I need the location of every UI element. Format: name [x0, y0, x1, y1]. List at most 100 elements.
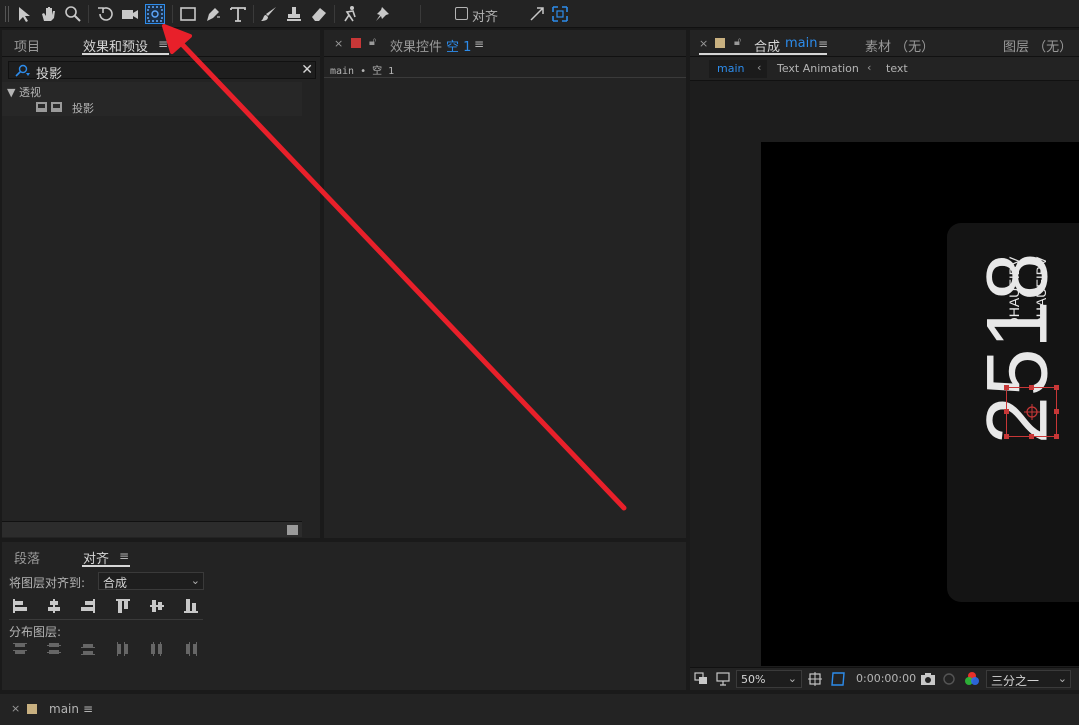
search-icon — [15, 64, 30, 77]
eraser-icon — [312, 8, 326, 21]
align-bottom-icon[interactable] — [183, 598, 199, 614]
mask-path-icon[interactable] — [830, 671, 846, 687]
effect-controls-layer[interactable]: 空 1 — [446, 36, 471, 55]
anchor-point-icon — [1024, 404, 1040, 420]
resolution-dropdown[interactable]: 三分之一 ⌄ — [986, 670, 1071, 688]
clear-search-icon[interactable]: ✕ — [301, 62, 313, 78]
camera-icon — [122, 10, 138, 19]
chevron-down-icon: ⌄ — [1057, 672, 1067, 685]
timeline-comp-name[interactable]: main — [49, 702, 79, 716]
tools-toolbar: 对齐 — [0, 0, 1079, 28]
distribute-bottom-icon[interactable] — [80, 641, 96, 657]
align-left-icon[interactable] — [12, 598, 28, 614]
comp-viewer[interactable]: 2518 DHAUFIBV DHAUFIBV — [690, 81, 1079, 667]
effect-controls-breadcrumb: main • 空 1 — [330, 66, 395, 77]
hand-tool[interactable] — [38, 4, 58, 24]
camera-tool[interactable] — [120, 4, 140, 24]
show-snapshot-icon[interactable] — [942, 672, 956, 686]
align-panel: 段落 对齐 ≡ 将图层对齐到: 合成 ⌄ 分布图层: — [2, 542, 686, 690]
comp-canvas[interactable]: 2518 DHAUFIBV DHAUFIBV — [761, 142, 1079, 666]
close-tab-icon[interactable]: × — [699, 37, 708, 50]
timecode[interactable]: 0:00:00:00 — [856, 672, 916, 685]
comp-color-swatch — [715, 38, 725, 48]
clone-stamp-icon — [287, 7, 301, 21]
snapshot-icon[interactable] — [920, 672, 936, 686]
rectangle-tool[interactable] — [178, 4, 198, 24]
lock-icon[interactable]: 🔓︎ — [369, 35, 376, 49]
tab-footage[interactable]: 素材 （无） — [865, 36, 934, 55]
viewer-footer: 50% ⌄ 0:00:00:00 三分之一 ⌄ — [690, 667, 1079, 690]
lock-icon[interactable]: 🔓︎ — [734, 35, 741, 49]
eraser-tool[interactable] — [309, 4, 329, 24]
distribute-left-icon[interactable] — [115, 641, 131, 657]
crumb-text[interactable]: text — [886, 62, 908, 75]
expand-icon — [530, 7, 544, 21]
always-preview-icon[interactable] — [694, 672, 708, 686]
composition-panel: × 🔓︎ 合成 main ≡ 素材 （无） 图层 （无） main ‹ Text… — [690, 30, 1079, 690]
selection-icon — [19, 7, 30, 22]
comp-tab-name[interactable]: main — [785, 36, 817, 51]
layer-color-swatch — [351, 38, 361, 48]
panel-menu-icon[interactable]: ≡ — [158, 37, 168, 51]
search-input[interactable]: 投影 ✕ — [8, 61, 316, 82]
zoom-tool[interactable] — [63, 4, 83, 24]
panel-menu-icon[interactable]: ≡ — [474, 37, 484, 51]
tab-layer[interactable]: 图层 （无） — [1003, 36, 1072, 55]
distribute-right-icon[interactable] — [183, 641, 199, 657]
close-tab-icon[interactable]: × — [11, 702, 20, 715]
zoom-dropdown[interactable]: 50% ⌄ — [736, 670, 802, 688]
roto-brush-tool[interactable] — [340, 4, 360, 24]
effect-controls-title[interactable]: 效果控件 — [390, 36, 442, 55]
tab-underline — [82, 565, 130, 567]
panel-menu-icon[interactable]: ≡ — [119, 549, 129, 563]
tab-underline — [82, 53, 169, 55]
chevron-down-icon: ⌄ — [190, 574, 200, 587]
align-right-icon[interactable] — [80, 598, 96, 614]
align-checkbox[interactable] — [455, 7, 468, 20]
brush-icon — [261, 7, 276, 21]
brush-tool[interactable] — [259, 4, 279, 24]
search-value: 投影 — [36, 67, 63, 82]
align-label: 对齐 — [472, 10, 499, 25]
tab-paragraph[interactable]: 段落 — [14, 548, 40, 567]
type-tool[interactable] — [228, 4, 248, 24]
snap-tool[interactable] — [550, 4, 570, 24]
panel-menu-icon[interactable]: ≡ — [83, 702, 93, 716]
comp-color-swatch — [27, 704, 37, 714]
distribute-label: 分布图层: — [9, 625, 62, 639]
type-icon — [230, 7, 246, 22]
expand-tool[interactable] — [527, 4, 547, 24]
distribute-horizontal-center-icon[interactable] — [149, 641, 165, 657]
panel-menu-icon[interactable]: ≡ — [818, 37, 828, 51]
align-top-icon[interactable] — [115, 598, 131, 614]
panel-footer — [2, 521, 302, 537]
new-folder-icon[interactable] — [287, 525, 298, 535]
clone-stamp-tool[interactable] — [284, 4, 304, 24]
tab-project[interactable]: 项目 — [14, 36, 40, 55]
tree-item-drop-shadow[interactable]: 投影 — [72, 100, 94, 116]
pan-behind-tool[interactable] — [145, 4, 165, 24]
fit-frame-icon[interactable] — [808, 672, 822, 686]
pen-tool[interactable] — [203, 4, 223, 24]
roto-brush-icon — [344, 6, 356, 22]
crumb-main[interactable]: main ‹ — [709, 60, 767, 78]
tree-category[interactable]: ▼ 透视 — [7, 84, 41, 100]
rotate-icon — [98, 7, 113, 21]
puppet-pin-tool[interactable] — [372, 4, 392, 24]
rotate-tool[interactable] — [95, 4, 115, 24]
pan-behind-icon — [147, 6, 163, 22]
color-channels-icon[interactable] — [964, 671, 980, 687]
distribute-top-icon[interactable] — [12, 641, 28, 657]
close-tab-icon[interactable]: × — [334, 37, 343, 50]
align-vertical-center-icon[interactable] — [149, 598, 165, 614]
selection-tool[interactable] — [14, 4, 34, 24]
toolbar-grip[interactable] — [4, 4, 10, 24]
puppet-pin-icon — [376, 7, 389, 21]
align-to-dropdown[interactable]: 合成 ⌄ — [98, 572, 204, 590]
align-horizontal-center-icon[interactable] — [46, 598, 62, 614]
layer-selection-box[interactable] — [1004, 385, 1059, 439]
monitor-icon[interactable] — [716, 672, 730, 686]
distribute-vertical-center-icon[interactable] — [46, 641, 62, 657]
hand-icon — [42, 7, 55, 21]
crumb-text-animation[interactable]: Text Animation — [777, 62, 859, 75]
